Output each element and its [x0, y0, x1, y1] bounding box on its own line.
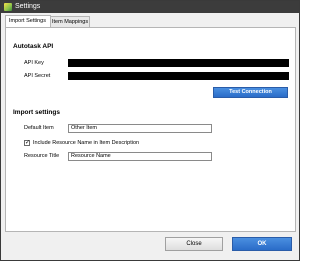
- resource-title-input[interactable]: Resource Name: [68, 152, 212, 161]
- title-bar[interactable]: Settings: [1, 1, 299, 13]
- close-button[interactable]: Close: [165, 237, 223, 251]
- api-key-label: API Key: [24, 60, 44, 66]
- autotask-api-heading: Autotask API: [13, 43, 54, 50]
- include-resource-label: Include Resource Name in Item Descriptio…: [33, 140, 140, 146]
- import-settings-heading: Import settings: [13, 109, 60, 116]
- default-item-label: Default Item: [24, 125, 54, 131]
- tab-import-settings[interactable]: Import Settings: [5, 15, 51, 27]
- window-title: Settings: [15, 3, 41, 10]
- ok-button[interactable]: OK: [232, 237, 292, 251]
- api-secret-field[interactable]: [68, 72, 289, 80]
- settings-window: Settings Import Settings Item Mappings A…: [0, 0, 300, 261]
- test-connection-button[interactable]: Test Connection: [213, 87, 288, 98]
- import-settings-panel: Autotask API API Key API Secret Test Con…: [5, 27, 296, 232]
- api-secret-label: API Secret: [24, 73, 51, 79]
- api-key-field[interactable]: [68, 59, 289, 67]
- tab-item-mappings[interactable]: Item Mappings: [48, 16, 90, 27]
- default-item-input[interactable]: Other Item: [68, 124, 212, 133]
- resource-title-label: Resource Title: [24, 153, 60, 159]
- include-resource-checkbox[interactable]: ✓: [24, 140, 30, 146]
- app-icon: [4, 3, 12, 11]
